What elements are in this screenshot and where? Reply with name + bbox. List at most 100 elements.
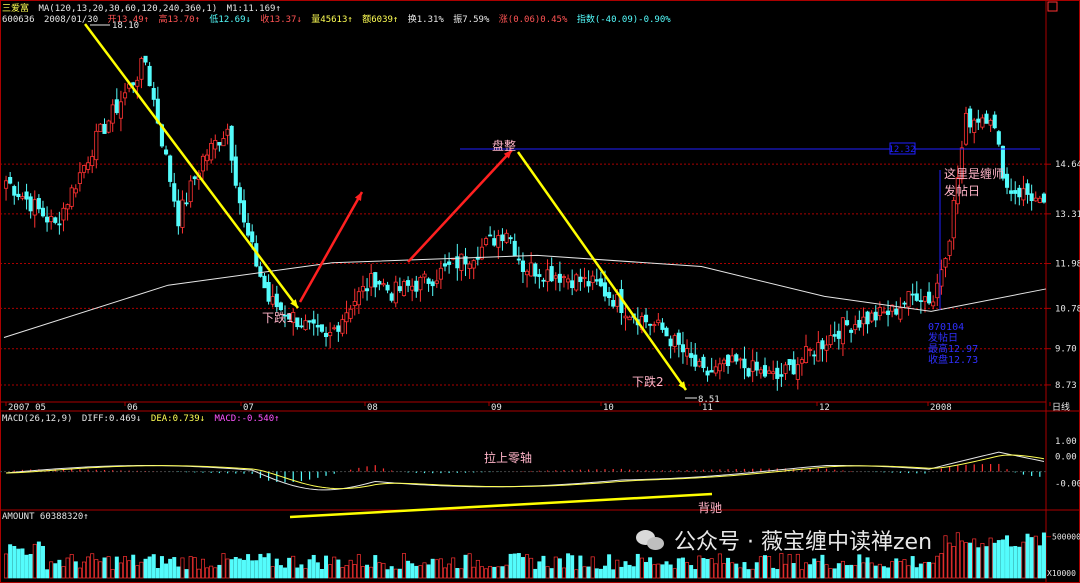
volume-bar (664, 561, 669, 579)
candle-down (516, 258, 521, 261)
outer-frame (0, 0, 1080, 583)
volume-bar (184, 569, 189, 579)
volume-bar (328, 564, 333, 579)
volume-bar (262, 557, 267, 579)
volume-bar (102, 557, 107, 579)
candle-up (824, 344, 829, 351)
candle-down (164, 149, 169, 155)
candle-up (180, 199, 185, 228)
candle-down (426, 278, 431, 284)
candle-up (730, 355, 735, 363)
volume-bar (291, 555, 296, 579)
volume-bar (504, 564, 509, 579)
candle-up (106, 120, 111, 133)
volume-bar (984, 546, 989, 579)
volume-bar (668, 564, 673, 579)
candle-up (393, 281, 398, 304)
volume-bar (287, 557, 292, 579)
price-tick-label: 11.98 (1055, 260, 1080, 270)
volume-bar (94, 559, 99, 579)
volume-bar (307, 559, 312, 579)
volume-bar (705, 558, 710, 579)
volume-bar (943, 535, 948, 579)
candle-up (200, 155, 206, 172)
volume-bar (927, 561, 932, 579)
volume-bar (976, 547, 981, 579)
volume-bar (574, 569, 579, 579)
scroll-marker-icon (1047, 1, 1058, 12)
volume-bar (295, 567, 300, 579)
x-axis-label: 10 (603, 403, 614, 413)
candle-down (237, 187, 242, 204)
candle-down (45, 216, 50, 223)
candle-up (906, 291, 911, 308)
volume-bar (118, 562, 123, 579)
volume-bar (352, 564, 357, 579)
volume-bar (1037, 545, 1042, 579)
candle-up (980, 117, 985, 128)
candle-up (221, 138, 226, 147)
volume-bar (131, 554, 136, 579)
volume-bar (918, 563, 923, 579)
volume-bar (274, 558, 279, 579)
candle-down (377, 281, 382, 285)
volume-bar (1009, 546, 1014, 579)
label-down-2: 下跌2 (632, 374, 664, 389)
down-trend-1-arrow (84, 23, 299, 309)
x-axis-label: 07 (243, 403, 254, 413)
volume-bar (545, 566, 550, 579)
volume-bar (344, 565, 349, 579)
stock-chart: 14.6413.3111.9810.789.708.7312.32070104发… (0, 0, 1080, 583)
candle-down (147, 65, 152, 87)
volume-bar (529, 557, 534, 579)
volume-bar (1041, 532, 1046, 579)
volume-bar (639, 557, 644, 579)
volume-bar (779, 553, 784, 579)
candle-up (623, 315, 628, 319)
candle-down (746, 368, 751, 377)
volume-bar (8, 544, 13, 579)
candle-up (713, 366, 718, 374)
candle-down (914, 293, 919, 301)
volume-bar (12, 546, 17, 579)
volume-bar (61, 566, 66, 579)
volume-bar (168, 558, 173, 579)
volume-bar (816, 560, 821, 579)
candle-up (697, 361, 702, 367)
candle-down (676, 332, 681, 345)
candle-up (4, 180, 9, 189)
volume-bar (447, 563, 452, 579)
volume-bar (463, 554, 468, 579)
candle-up (808, 349, 813, 351)
candle-up (951, 199, 956, 239)
candle-down (447, 261, 452, 265)
candle-up (553, 275, 558, 279)
volume-bar (886, 567, 891, 579)
volume-bar (849, 564, 854, 579)
candle-up (188, 180, 193, 203)
candle-down (24, 191, 29, 200)
candle-down (8, 177, 13, 184)
volume-bar (791, 563, 796, 579)
candle-down (57, 223, 62, 226)
candle-up (627, 316, 632, 321)
volume-bar (988, 537, 993, 579)
candle-down (500, 234, 505, 242)
candle-up (213, 140, 218, 150)
volume-bar (233, 557, 238, 579)
candle-up (467, 263, 472, 269)
volume-bar (734, 563, 739, 579)
volume-bar (299, 564, 304, 579)
candle-up (65, 204, 70, 210)
volume-bar (964, 542, 968, 579)
candle-down (1013, 190, 1018, 194)
volume-bar (258, 553, 263, 579)
volume-bar (36, 541, 41, 579)
candle-up (90, 156, 95, 167)
volume-bar (935, 555, 940, 579)
candle-up (935, 282, 940, 299)
candle-down (865, 311, 870, 325)
volume-bar (619, 566, 624, 579)
volume-bar (229, 559, 234, 579)
volume-bar (1029, 537, 1034, 579)
